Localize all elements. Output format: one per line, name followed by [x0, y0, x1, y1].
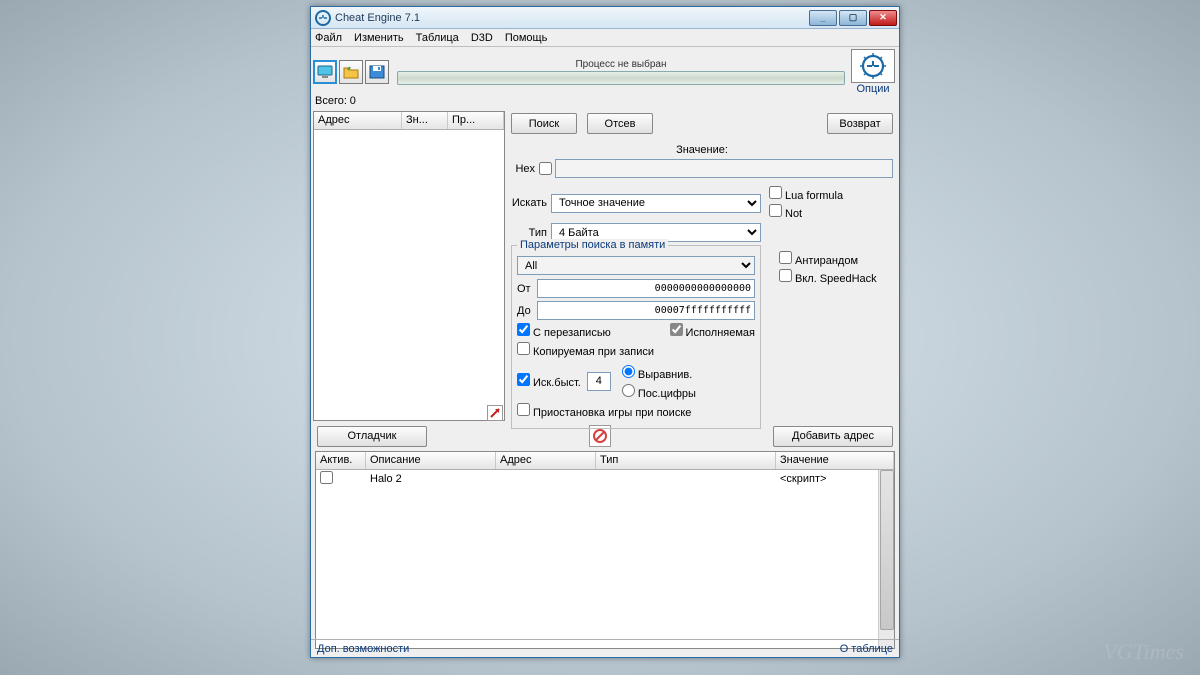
to-label: До	[517, 305, 537, 317]
value-input[interactable]	[555, 159, 893, 178]
group-title: Параметры поиска в памяти	[517, 239, 668, 251]
alignment-radio[interactable]: Выравнив.	[617, 362, 696, 381]
table-row[interactable]: Halo 2 <скрипт>	[316, 470, 894, 488]
col-addr[interactable]: Адрес	[496, 452, 596, 469]
col-previous[interactable]: Пр...	[448, 112, 504, 129]
first-scan-button[interactable]: Поиск	[511, 113, 577, 134]
floppy-icon	[369, 65, 385, 79]
computer-icon	[317, 65, 333, 79]
scroll-thumb[interactable]	[880, 470, 894, 630]
window-title: Cheat Engine 7.1	[335, 12, 809, 24]
executable-checkbox[interactable]: Исполняемая	[670, 323, 755, 339]
options-link[interactable]: Опции	[856, 83, 889, 95]
minimize-button[interactable]: _	[809, 10, 837, 26]
menu-table[interactable]: Таблица	[416, 32, 459, 44]
open-file-button[interactable]	[339, 60, 363, 84]
entry-active-checkbox[interactable]	[320, 471, 333, 484]
antirandom-checkbox[interactable]: Антирандом	[779, 251, 877, 267]
ce-logo-button[interactable]	[851, 49, 895, 83]
save-button[interactable]	[365, 60, 389, 84]
open-process-button[interactable]	[313, 60, 337, 84]
undo-scan-button[interactable]: Возврат	[827, 113, 893, 134]
col-value[interactable]: Зн...	[402, 112, 448, 129]
arrow-diagonal-icon	[489, 407, 501, 419]
total-found: Всего: 0	[311, 95, 899, 109]
entry-value[interactable]: <скрипт>	[776, 473, 894, 485]
from-label: От	[517, 283, 537, 295]
about-table-link[interactable]: О таблице	[840, 643, 893, 655]
memory-region-select[interactable]: All	[517, 256, 755, 275]
memory-scan-options-group: Параметры поиска в памяти All От До	[511, 245, 761, 429]
copy-on-write-checkbox[interactable]: Копируемая при записи	[517, 342, 654, 358]
results-header: Адрес Зн... Пр...	[314, 112, 504, 130]
clear-list-button[interactable]	[487, 405, 503, 421]
watermark: VGTimes	[1103, 639, 1184, 665]
menu-help[interactable]: Помощь	[505, 32, 548, 44]
range-start-input[interactable]	[537, 279, 755, 298]
app-window: Cheat Engine 7.1 _ ▢ ✕ Файл Изменить Таб…	[310, 6, 900, 658]
scan-panel: Поиск Отсев Возврат Значение: Hex Искать…	[507, 109, 899, 423]
fast-scan-checkbox[interactable]: Иск.быст.	[517, 373, 581, 389]
hex-checkbox[interactable]	[539, 162, 552, 175]
titlebar[interactable]: Cheat Engine 7.1 _ ▢ ✕	[311, 7, 899, 29]
address-list[interactable]: Актив. Описание Адрес Тип Значение Halo …	[315, 451, 895, 649]
results-list[interactable]: Адрес Зн... Пр...	[313, 111, 505, 421]
memory-view-button[interactable]: Отладчик	[317, 426, 427, 447]
speedhack-checkbox[interactable]: Вкл. SpeedHack	[779, 269, 877, 285]
value-label: Значение:	[676, 144, 728, 156]
scantype-label: Искать	[511, 197, 551, 209]
address-list-scrollbar[interactable]: ▴	[878, 470, 894, 648]
folder-open-icon	[343, 65, 359, 79]
next-scan-button[interactable]: Отсев	[587, 113, 653, 134]
progress-bar	[397, 71, 845, 85]
range-stop-input[interactable]	[537, 301, 755, 320]
menu-d3d[interactable]: D3D	[471, 32, 493, 44]
entry-description[interactable]: Halo 2	[366, 473, 496, 485]
col-val[interactable]: Значение	[776, 452, 894, 469]
total-label: Всего:	[315, 95, 347, 107]
process-status-label: Процесс не выбран	[397, 59, 845, 70]
ce-logo-icon	[858, 51, 888, 81]
close-button[interactable]: ✕	[869, 10, 897, 26]
menubar: Файл Изменить Таблица D3D Помощь	[311, 29, 899, 47]
maximize-button[interactable]: ▢	[839, 10, 867, 26]
col-description[interactable]: Описание	[366, 452, 496, 469]
writable-checkbox[interactable]: С перезаписью	[517, 323, 611, 339]
col-type[interactable]: Тип	[596, 452, 776, 469]
advanced-options-link[interactable]: Доп. возможности	[317, 643, 409, 655]
col-address[interactable]: Адрес	[314, 112, 402, 129]
valuetype-label: Тип	[511, 227, 551, 239]
total-count: 0	[350, 95, 356, 107]
menu-file[interactable]: Файл	[315, 32, 342, 44]
pause-game-checkbox[interactable]: Приостановка игры при поиске	[517, 403, 691, 419]
no-entry-icon	[592, 428, 608, 444]
last-digits-radio[interactable]: Пос.цифры	[617, 381, 696, 400]
col-active[interactable]: Актив.	[316, 452, 366, 469]
scan-type-select[interactable]: Точное значение	[551, 194, 761, 213]
menu-edit[interactable]: Изменить	[354, 32, 404, 44]
lua-formula-checkbox[interactable]: Lua formula	[769, 186, 843, 202]
address-list-header: Актив. Описание Адрес Тип Значение	[316, 452, 894, 470]
toolbar: Процесс не выбран Опции	[311, 47, 899, 95]
not-checkbox[interactable]: Not	[769, 204, 843, 220]
hex-label: Hex	[511, 163, 539, 175]
alignment-input[interactable]	[587, 372, 611, 391]
app-icon	[315, 10, 331, 26]
statusbar: Доп. возможности О таблице	[311, 639, 899, 657]
